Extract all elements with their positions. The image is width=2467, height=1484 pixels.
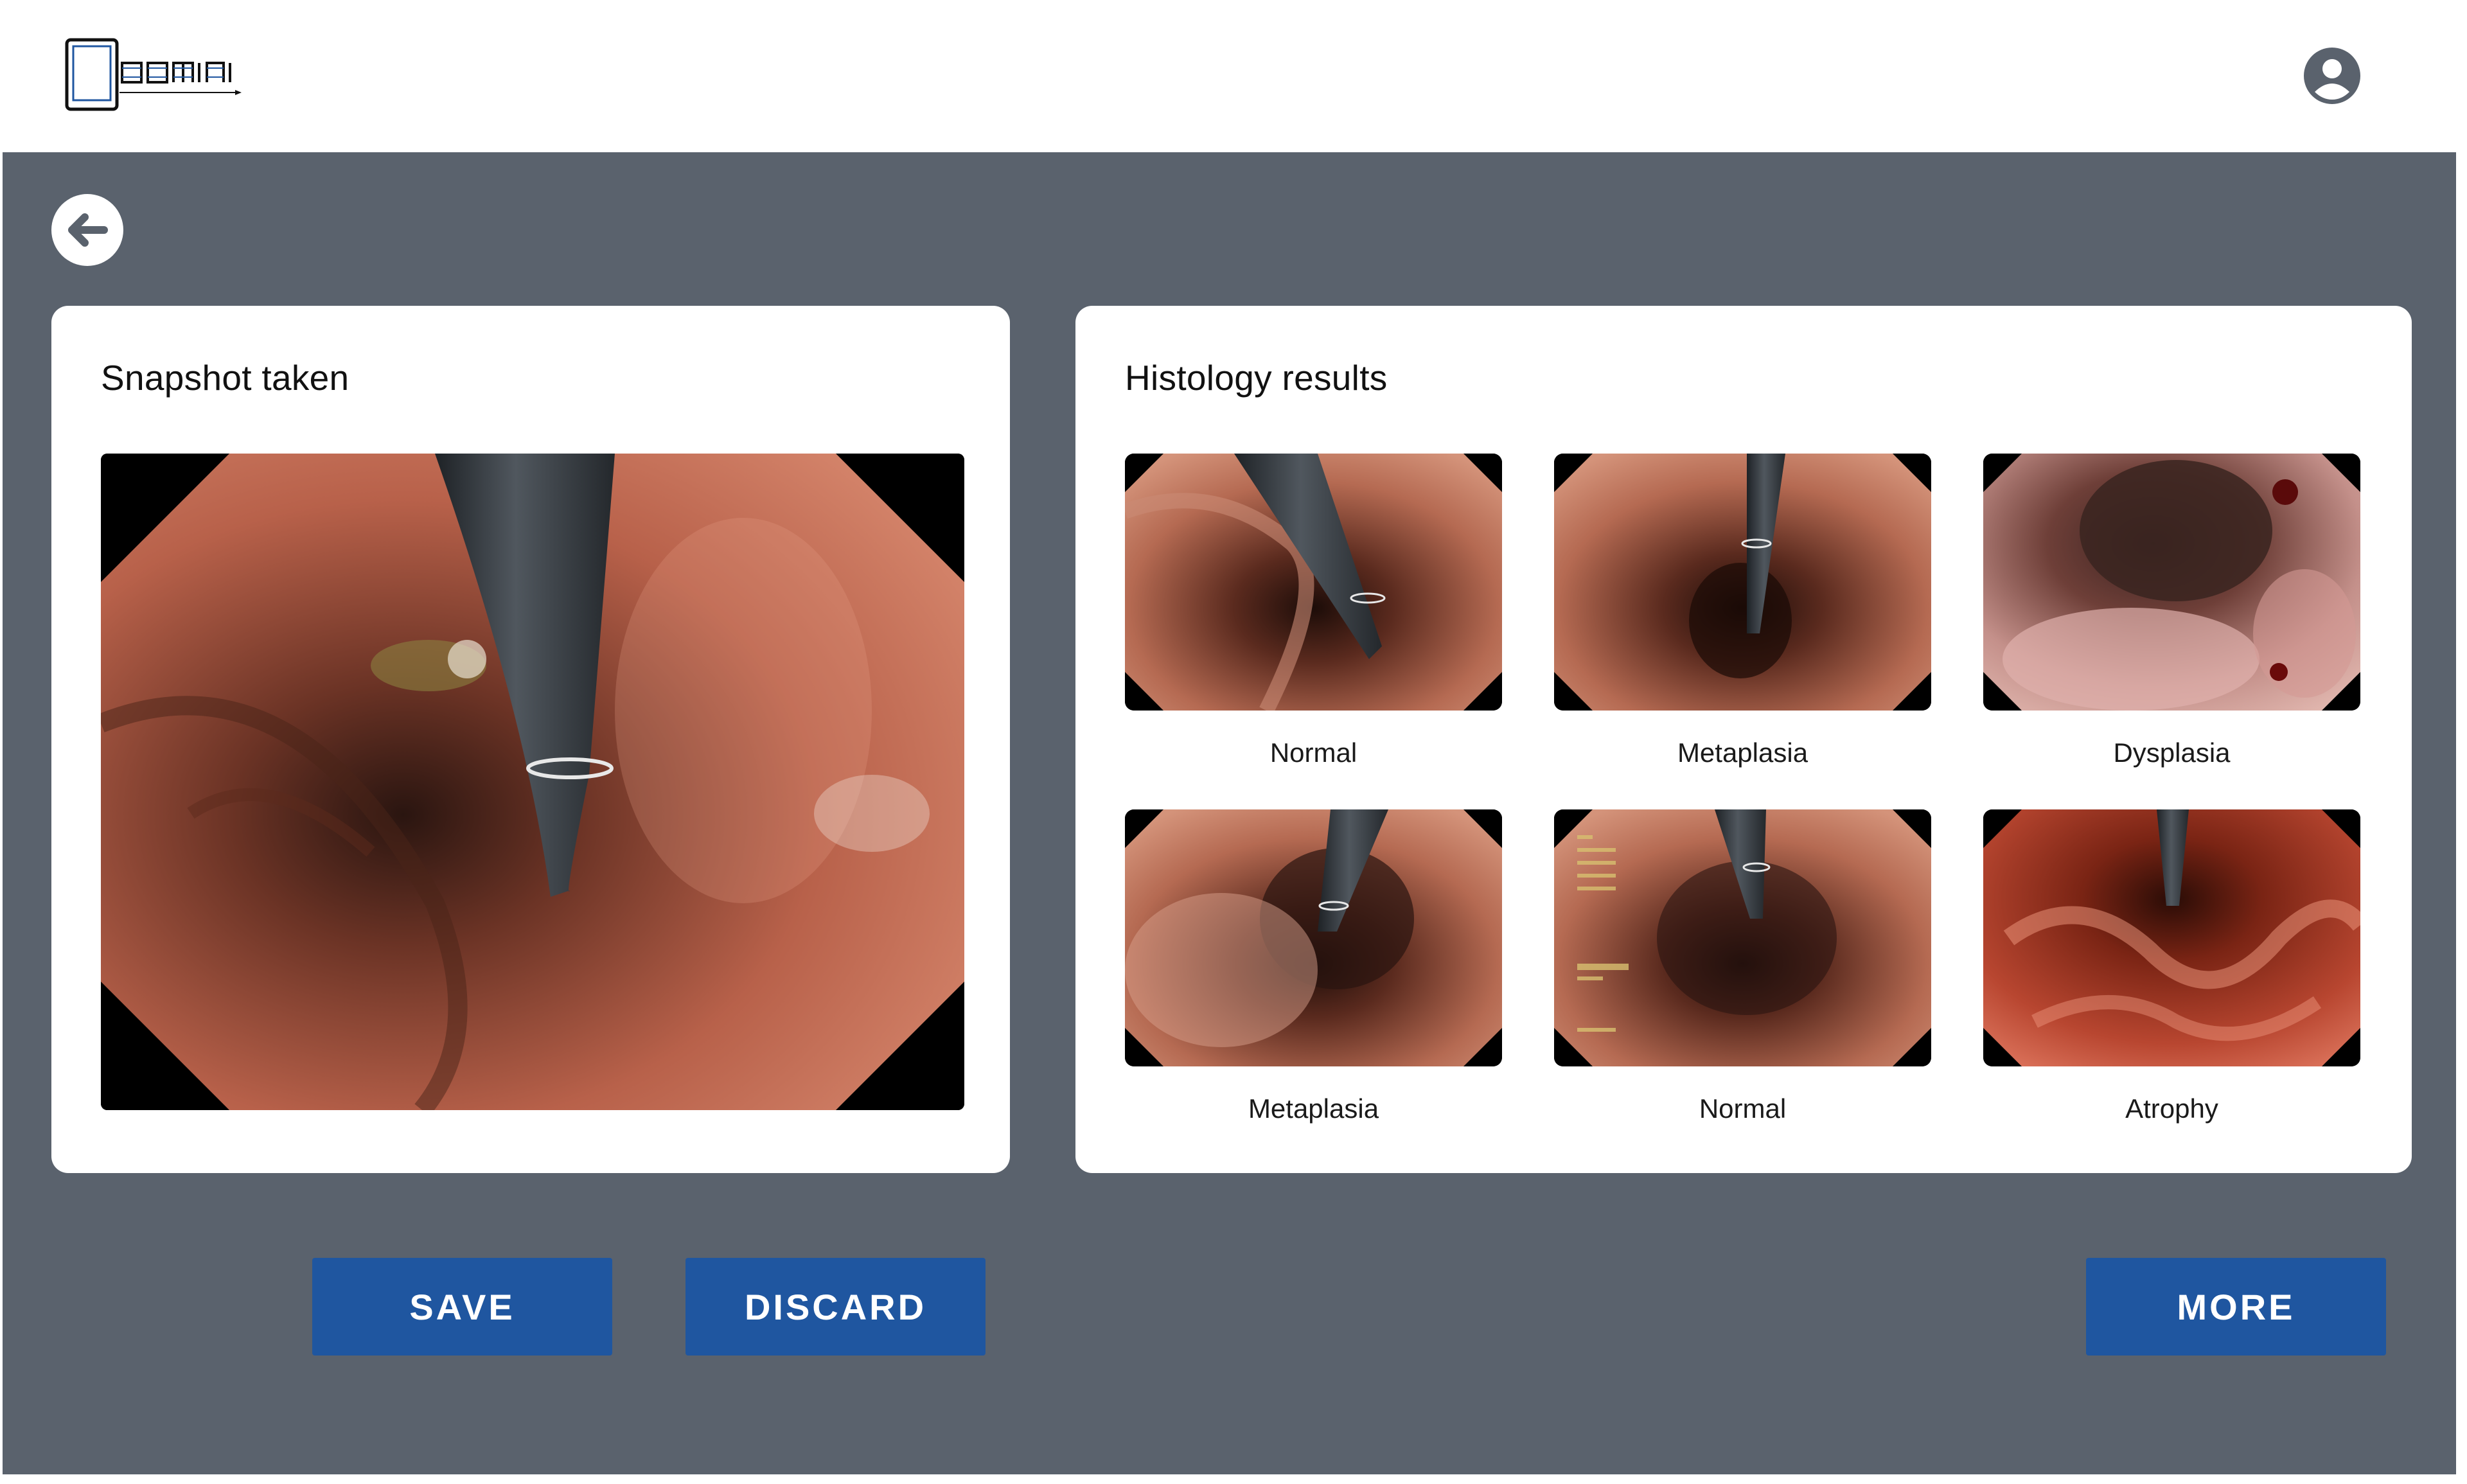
save-button[interactable]: SAVE <box>312 1258 612 1356</box>
histology-thumbnail[interactable] <box>1554 809 1931 1066</box>
histology-item: Normal <box>1125 454 1502 768</box>
histology-label: Metaplasia <box>1248 1093 1379 1124</box>
snapshot-card: Snapshot taken <box>51 306 1010 1173</box>
histology-item: Normal <box>1554 809 1931 1124</box>
histology-thumbnail[interactable] <box>1125 454 1502 711</box>
histology-item: Atrophy <box>1983 809 2360 1124</box>
histology-label: Atrophy <box>2125 1093 2218 1124</box>
back-button[interactable] <box>51 194 123 266</box>
logo-text: gemini <box>193 104 211 111</box>
histology-item: Dysplasia <box>1983 454 2360 768</box>
account-circle-icon[interactable] <box>2303 47 2361 105</box>
histology-item: Metaplasia <box>1125 809 1502 1124</box>
histology-label: Metaplasia <box>1677 738 1808 768</box>
snapshot-title: Snapshot taken <box>101 358 349 398</box>
histology-thumbnail[interactable] <box>1983 809 2360 1066</box>
more-button[interactable]: MORE <box>2086 1258 2386 1356</box>
gemini-logo[interactable]: gemini <box>64 37 244 114</box>
histology-thumbnail[interactable] <box>1983 454 2360 711</box>
histology-label: Normal <box>1699 1093 1787 1124</box>
arrow-left-icon <box>51 194 123 266</box>
histology-thumbnail[interactable] <box>1125 809 1502 1066</box>
histology-thumbnail[interactable] <box>1554 454 1931 711</box>
histology-label: Normal <box>1269 738 1357 768</box>
histology-item: Metaplasia <box>1554 454 1931 768</box>
discard-button[interactable]: DISCARD <box>685 1258 986 1356</box>
snapshot-image <box>101 454 964 1110</box>
histology-label: Dysplasia <box>2113 738 2231 768</box>
histology-card: Histology results Normal Metaplasia Dysp… <box>1075 306 2412 1173</box>
histology-title: Histology results <box>1125 358 1388 398</box>
app-header: gemini <box>0 0 2456 152</box>
